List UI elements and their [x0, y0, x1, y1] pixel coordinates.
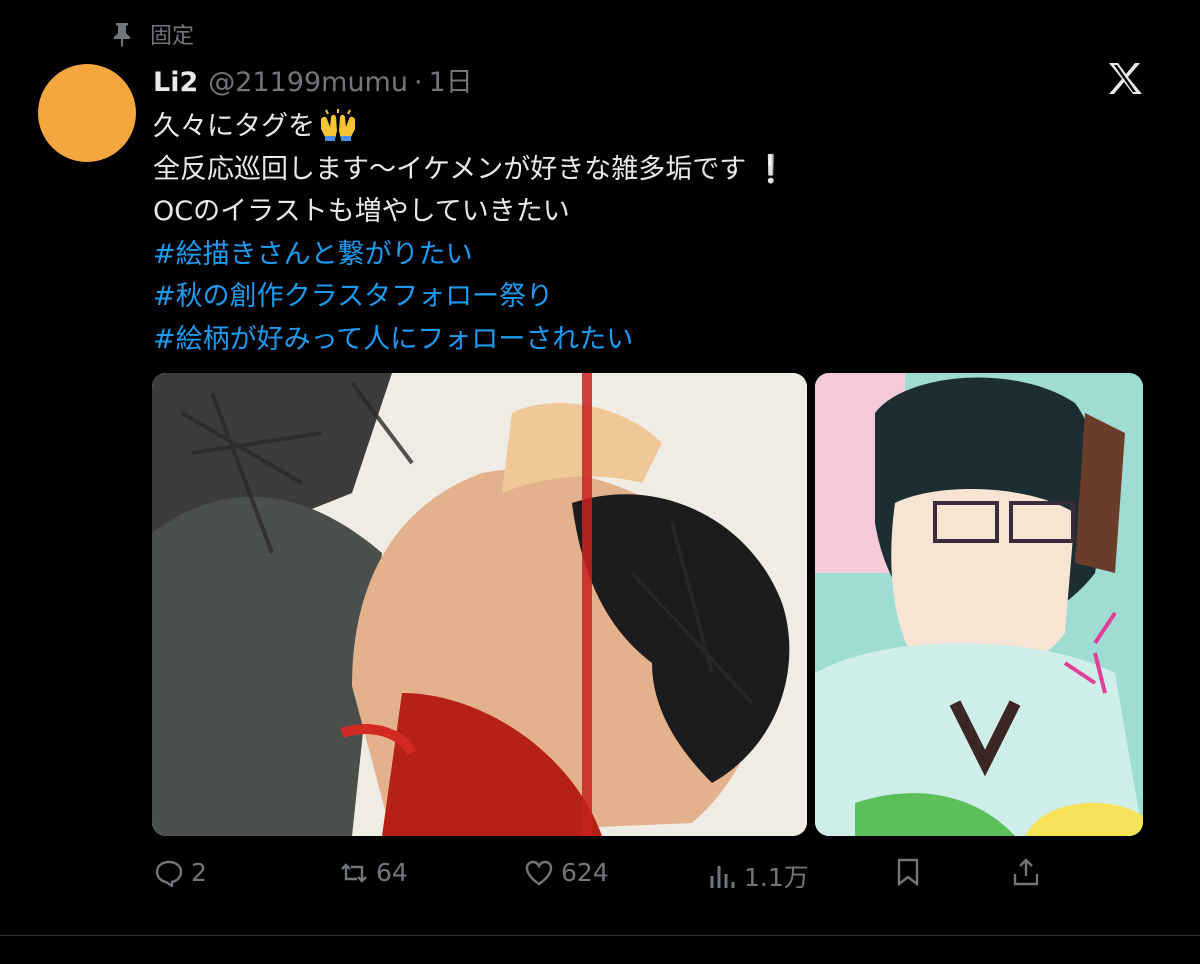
post-text: 久々にタグを 全反応巡回します〜イケメンが好きな雑多垢です ❕ OCのイラストも増…: [153, 106, 788, 361]
media-image-2[interactable]: [815, 373, 1143, 836]
analytics-icon: [710, 866, 735, 888]
bookmark-icon: [897, 858, 919, 886]
separator-dot: ·: [413, 67, 423, 98]
like-count: 624: [561, 858, 609, 887]
like-button[interactable]: 624: [525, 858, 609, 887]
bookmark-button[interactable]: [894, 858, 922, 886]
repost-button[interactable]: 64: [340, 858, 408, 887]
share-button[interactable]: [1012, 858, 1040, 886]
x-logo-icon: [1109, 63, 1142, 94]
views-button[interactable]: 1.1万: [708, 858, 809, 894]
post-line-2-text: 全反応巡回します〜イケメンが好きな雑多垢です: [153, 153, 747, 185]
post-line-3: OCのイラストも増やしていきたい: [153, 196, 570, 227]
illustration-2: [815, 373, 1143, 836]
repost-icon: [341, 862, 367, 883]
raising-hands-emoji-icon: [321, 109, 355, 141]
hashtag-link[interactable]: #絵描きさんと繋がりたい: [153, 234, 788, 277]
avatar[interactable]: [38, 64, 136, 162]
hashtag-link[interactable]: #秋の創作クラスタフォロー祭り: [153, 276, 788, 319]
reply-icon: [155, 860, 183, 887]
action-bar: 2 64 624 1.1万: [0, 858, 1200, 892]
reply-button[interactable]: 2: [155, 858, 207, 887]
exclamation-mark: ❕: [754, 153, 788, 185]
post-header: Li2 @21199mumu · 1日: [153, 60, 473, 99]
author-name[interactable]: Li2: [153, 67, 198, 98]
post-time[interactable]: 1日: [429, 60, 473, 99]
illustration-1: [152, 373, 807, 836]
share-icon: [1013, 858, 1039, 886]
post-line-2: 全反応巡回します〜イケメンが好きな雑多垢です ❕: [153, 149, 788, 192]
pinned-label: 固定: [150, 24, 195, 49]
media-image-1[interactable]: [152, 373, 807, 836]
views-count: 1.1万: [744, 863, 809, 892]
divider: [0, 935, 1200, 936]
repost-count: 64: [376, 858, 408, 887]
pin-icon: [114, 23, 130, 47]
post-line-1-text: 久々にタグを: [153, 111, 315, 142]
reply-count: 2: [191, 858, 207, 887]
post-line-1: 久々にタグを: [153, 106, 788, 149]
heart-icon: [525, 860, 553, 885]
pinned-indicator: 固定: [110, 18, 194, 50]
hashtag-link[interactable]: #絵柄が好みって人にフォローされたい: [153, 319, 788, 362]
author-handle[interactable]: @21199mumu: [208, 67, 408, 98]
